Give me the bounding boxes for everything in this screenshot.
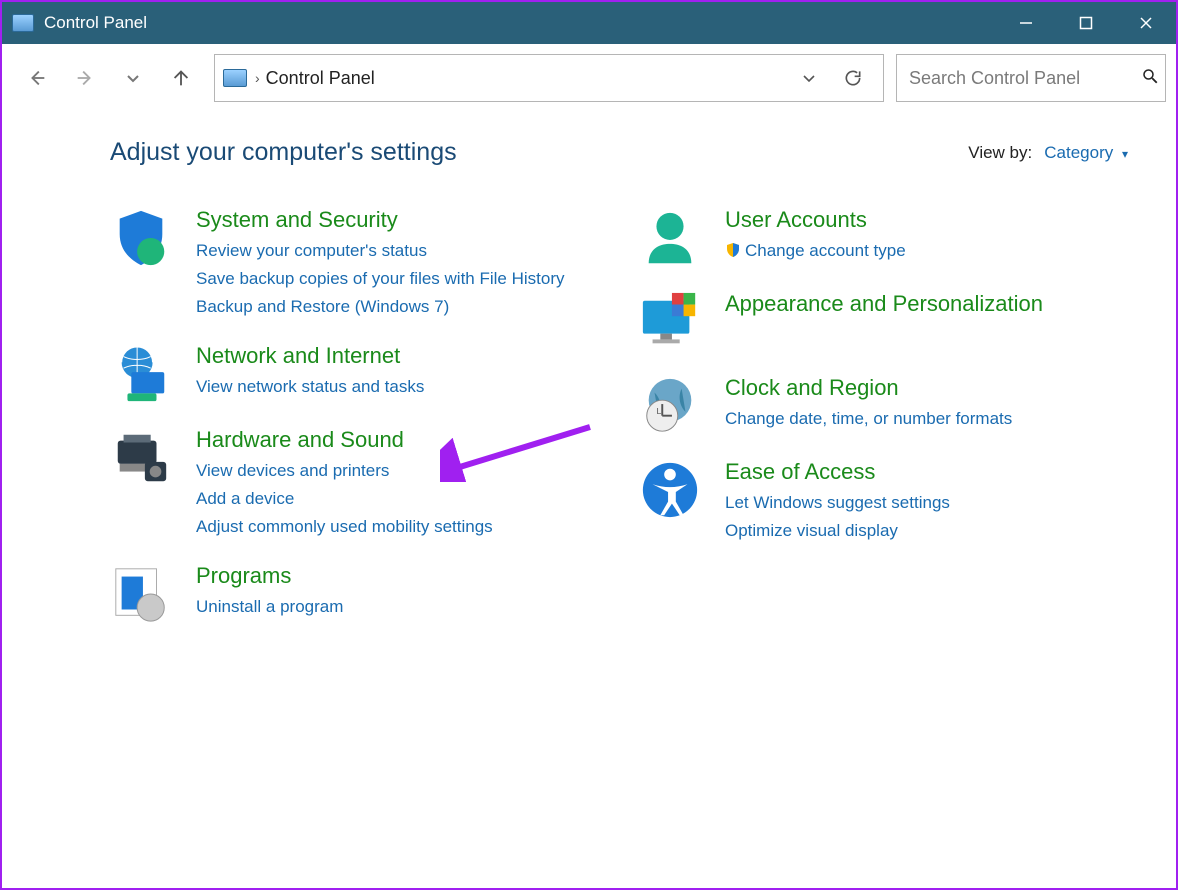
search-box[interactable]	[896, 54, 1166, 102]
forward-button[interactable]	[64, 57, 106, 99]
link-text: Change account type	[745, 241, 906, 260]
category-link[interactable]: Optimize visual display	[725, 517, 950, 545]
search-icon[interactable]	[1141, 67, 1159, 90]
monitor-colors-icon	[639, 291, 701, 353]
category-title[interactable]: Hardware and Sound	[196, 427, 493, 453]
title-bar: Control Panel	[2, 2, 1176, 44]
shield-icon	[110, 207, 172, 269]
printer-camera-icon	[110, 427, 172, 489]
categories-right: User Accounts Change account type	[639, 207, 1128, 647]
content-area: Adjust your computer's settings View by:…	[2, 110, 1176, 888]
category-title[interactable]: Appearance and Personalization	[725, 291, 1043, 317]
breadcrumb-item[interactable]: Control Panel	[266, 68, 375, 89]
window-title: Control Panel	[44, 13, 147, 33]
viewby-label: View by:	[968, 143, 1032, 163]
category-link[interactable]: Uninstall a program	[196, 593, 343, 621]
control-panel-icon	[12, 14, 34, 32]
accessibility-icon	[639, 459, 701, 521]
page-heading: Adjust your computer's settings	[110, 138, 457, 167]
up-button[interactable]	[160, 57, 202, 99]
category-title[interactable]: Ease of Access	[725, 459, 950, 485]
control-panel-icon	[223, 69, 247, 87]
category-ease-of-access: Ease of Access Let Windows suggest setti…	[639, 459, 1128, 545]
category-title[interactable]: System and Security	[196, 207, 565, 233]
recent-locations-button[interactable]	[112, 57, 154, 99]
maximize-button[interactable]	[1056, 2, 1116, 44]
category-title[interactable]: Clock and Region	[725, 375, 1012, 401]
category-title[interactable]: Programs	[196, 563, 343, 589]
clock-globe-icon: L	[639, 375, 701, 437]
globe-network-icon	[110, 343, 172, 405]
category-link[interactable]: Save backup copies of your files with Fi…	[196, 265, 565, 293]
category-title[interactable]: Network and Internet	[196, 343, 424, 369]
svg-text:L: L	[656, 406, 661, 416]
breadcrumb-separator-icon: ›	[255, 70, 260, 86]
viewby-value: Category	[1044, 143, 1113, 162]
category-link[interactable]: View devices and printers	[196, 457, 493, 485]
minimize-button[interactable]	[996, 2, 1056, 44]
categories-left: System and Security Review your computer…	[110, 207, 599, 647]
back-button[interactable]	[16, 57, 58, 99]
category-link[interactable]: View network status and tasks	[196, 373, 424, 401]
category-appearance: Appearance and Personalization	[639, 291, 1128, 353]
category-user-accounts: User Accounts Change account type	[639, 207, 1128, 269]
viewby-dropdown[interactable]: Category ▾	[1044, 143, 1128, 163]
address-dropdown-button[interactable]	[787, 70, 831, 86]
search-input[interactable]	[909, 68, 1141, 89]
uac-shield-icon	[725, 239, 741, 267]
category-link[interactable]: Adjust commonly used mobility settings	[196, 513, 493, 541]
category-link[interactable]: Change account type	[725, 237, 906, 267]
category-link[interactable]: Let Windows suggest settings	[725, 489, 950, 517]
category-hardware-sound: Hardware and Sound View devices and prin…	[110, 427, 599, 541]
category-link[interactable]: Change date, time, or number formats	[725, 405, 1012, 433]
close-button[interactable]	[1116, 2, 1176, 44]
category-link[interactable]: Review your computer's status	[196, 237, 565, 265]
caret-down-icon: ▾	[1122, 147, 1128, 161]
category-clock-region: L Clock and Region Change date, time, or…	[639, 375, 1128, 437]
category-programs: Programs Uninstall a program	[110, 563, 599, 625]
category-system-security: System and Security Review your computer…	[110, 207, 599, 321]
refresh-button[interactable]	[831, 68, 875, 88]
nav-bar: › Control Panel	[2, 44, 1176, 110]
address-bar[interactable]: › Control Panel	[214, 54, 884, 102]
programs-icon	[110, 563, 172, 625]
category-link[interactable]: Backup and Restore (Windows 7)	[196, 293, 565, 321]
user-icon	[639, 207, 701, 269]
category-network-internet: Network and Internet View network status…	[110, 343, 599, 405]
category-link[interactable]: Add a device	[196, 485, 493, 513]
category-title[interactable]: User Accounts	[725, 207, 906, 233]
